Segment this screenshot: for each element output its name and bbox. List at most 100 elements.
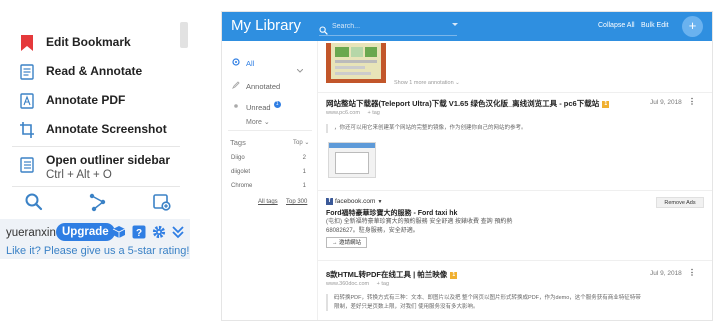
extension-popup: Edit Bookmark Read & Annotate Annotate P… <box>0 0 196 331</box>
show-more-annotation-link[interactable]: Show 1 more annotation ⌄ <box>394 80 460 86</box>
add-button[interactable]: + <box>682 16 703 37</box>
edit-bookmark-label: Edit Bookmark <box>46 35 131 49</box>
outline-icon <box>20 157 34 173</box>
annotate-pdf-label: Annotate PDF <box>46 93 126 107</box>
facebook-icon: f <box>326 198 333 205</box>
svg-text:?: ? <box>136 228 142 239</box>
read-annotate-menu-item[interactable]: Read & Annotate <box>20 64 142 80</box>
caret-down-icon: ▼ <box>377 198 383 205</box>
tag-row[interactable]: Chrome 1 <box>231 183 306 189</box>
upgrade-button[interactable]: Upgrade <box>56 223 115 241</box>
bulk-edit-button[interactable]: Bulk Edit <box>641 22 669 29</box>
username: yueranxin <box>6 227 56 239</box>
sidebar-all-label: All <box>246 58 255 68</box>
tag-row[interactable]: diigolet 1 <box>231 169 306 175</box>
tags-heading: Tags <box>230 138 246 147</box>
sidebar-item-all[interactable]: All <box>232 58 254 68</box>
chevron-double-down-icon[interactable] <box>171 225 185 239</box>
open-outliner-label: Open outliner sidebar <box>46 153 171 167</box>
gear-icon[interactable] <box>152 225 166 239</box>
tag-count: 1 <box>302 169 306 175</box>
ad-source-label: facebook.com <box>335 198 376 205</box>
popup-divider <box>12 186 180 187</box>
sidebar-divider <box>228 130 312 131</box>
tag-name: diigolet <box>231 169 251 175</box>
entry-title[interactable]: 8款HTML转PDF在线工具 | 帕兰映像 1 <box>326 269 458 280</box>
thumbnail-titlebar <box>329 143 375 148</box>
outliner-shortcut: Ctrl + Alt + O <box>46 169 112 181</box>
all-tags-link[interactable]: All tags <box>258 199 278 205</box>
cube-icon[interactable] <box>112 225 126 239</box>
entry-menu-icon[interactable]: ⋮ <box>688 97 696 106</box>
sidebar-annotated-label: Annotated <box>246 81 281 91</box>
tags-sort-dropdown[interactable]: Top ⌄ <box>293 139 309 146</box>
ad-source: f facebook.com ▼ <box>326 198 382 205</box>
add-tag-link[interactable]: + tag <box>367 110 379 116</box>
edit-bookmark-menu-item[interactable]: Edit Bookmark <box>20 35 131 51</box>
unread-count-badge: 1 <box>273 100 281 108</box>
help-icon[interactable]: ? <box>132 225 146 239</box>
ad-title[interactable]: Ford福特豪華珍寶大的服務 - Ford taxi hk <box>326 208 457 218</box>
add-tag-link[interactable]: + tag <box>377 281 389 287</box>
entry-domain: www.360doc.com <box>326 281 370 287</box>
entry-screenshot-thumbnail[interactable] <box>328 142 376 178</box>
popup-divider <box>12 146 180 147</box>
library-window: My Library Collapse All Bulk Edit + All … <box>222 12 712 320</box>
row-divider <box>318 260 712 261</box>
annotation-count-badge: 1 <box>602 101 610 108</box>
ad-visit-button[interactable]: → 邀請網站 <box>326 237 368 248</box>
top-300-link[interactable]: Top 300 <box>286 199 307 205</box>
dot-icon <box>232 102 240 112</box>
annotation-quote-line: 码转换PDF，转换方式有三种：文本、即图片以及把 整个网页以图片形式转换成PDF… <box>334 295 641 301</box>
entry-meta: www.pc6.com + tag <box>326 110 380 116</box>
open-outliner-menu-item[interactable]: Open outliner sidebar Ctrl + Alt + O <box>20 153 170 181</box>
entry-date: Jul 9, 2018 <box>650 99 682 106</box>
share-icon[interactable] <box>88 192 108 212</box>
tags-sort-label: Top <box>293 140 303 146</box>
search-underline <box>319 35 457 36</box>
popup-footer: yueranxin Upgrade ? Like it? Please give… <box>0 219 190 259</box>
sidebar-more-label: More <box>246 119 262 126</box>
popup-scroll-tab[interactable] <box>180 22 188 48</box>
collapse-all-button[interactable]: Collapse All <box>598 22 635 29</box>
library-search-input[interactable] <box>332 19 452 33</box>
thumbnail-image <box>331 43 381 79</box>
entry-title[interactable]: 网站整站下载器(Teleport Ultra)下载 V1.65 绿色汉化版_离线… <box>326 98 610 109</box>
annotation-quote-line: 限制，差好只是页数上限，对我们 使用服务没有多大影响。 <box>334 303 479 310</box>
annotation-quote: ，你还可以用它来创建某个网站的完整的镜像，作为创建你自己的网站的参考。 <box>326 124 527 133</box>
pencil-icon <box>231 81 240 91</box>
content-divider <box>317 41 318 320</box>
annotation-count-badge: 1 <box>450 272 458 279</box>
entry-title-text: 网站整站下载器(Teleport Ultra)下载 V1.65 绿色汉化版_离线… <box>326 99 600 108</box>
annotate-screenshot-menu-item[interactable]: Annotate Screenshot <box>20 122 167 138</box>
thumbnail-window <box>335 152 369 174</box>
rate-us-link[interactable]: Like it? Please give us a 5-star rating! <box>6 245 189 257</box>
row-divider <box>318 92 712 93</box>
entry-thumbnail[interactable] <box>326 43 386 83</box>
entry-date: Jul 9, 2018 <box>650 270 682 277</box>
annotate-screenshot-label: Annotate Screenshot <box>46 122 167 136</box>
tag-name: Chrome <box>231 183 253 189</box>
search-dropdown-icon[interactable] <box>452 23 458 26</box>
sidebar-item-unread[interactable]: Unread 1 <box>232 100 281 112</box>
pdf-icon <box>20 93 34 109</box>
chevron-down-icon[interactable] <box>296 60 304 78</box>
entry-meta: www.360doc.com + tag <box>326 281 389 287</box>
bookmark-icon <box>20 35 34 51</box>
tag-count: 2 <box>302 155 306 161</box>
tag-row[interactable]: Diigo 2 <box>231 155 306 161</box>
search-icon[interactable] <box>24 192 44 212</box>
crop-icon <box>20 122 34 138</box>
sidebar-unread-label: Unread <box>246 102 271 112</box>
ad-description: (屯扣) 全新福特豪華珍寶大的預約服務 安全舒適 按錶收費 查詢 預約熱 680… <box>326 219 513 234</box>
annotate-pdf-menu-item[interactable]: Annotate PDF <box>20 93 125 109</box>
annotation-quote: 码转换PDF，转换方式有三种：文本、即图片以及把 整个网页以图片形式转换成PDF… <box>326 294 706 312</box>
library-title: My Library <box>231 17 302 34</box>
sidebar-more-button[interactable]: More ⌄ <box>246 118 270 126</box>
remove-ads-button[interactable]: Remove Ads <box>656 197 704 208</box>
library-icon[interactable] <box>152 192 172 212</box>
show-more-annotation-label: Show 1 more annotation <box>394 80 454 86</box>
entry-menu-icon[interactable]: ⋮ <box>688 268 696 277</box>
sidebar-item-annotated[interactable]: Annotated <box>231 81 281 91</box>
search-icon <box>319 22 328 35</box>
